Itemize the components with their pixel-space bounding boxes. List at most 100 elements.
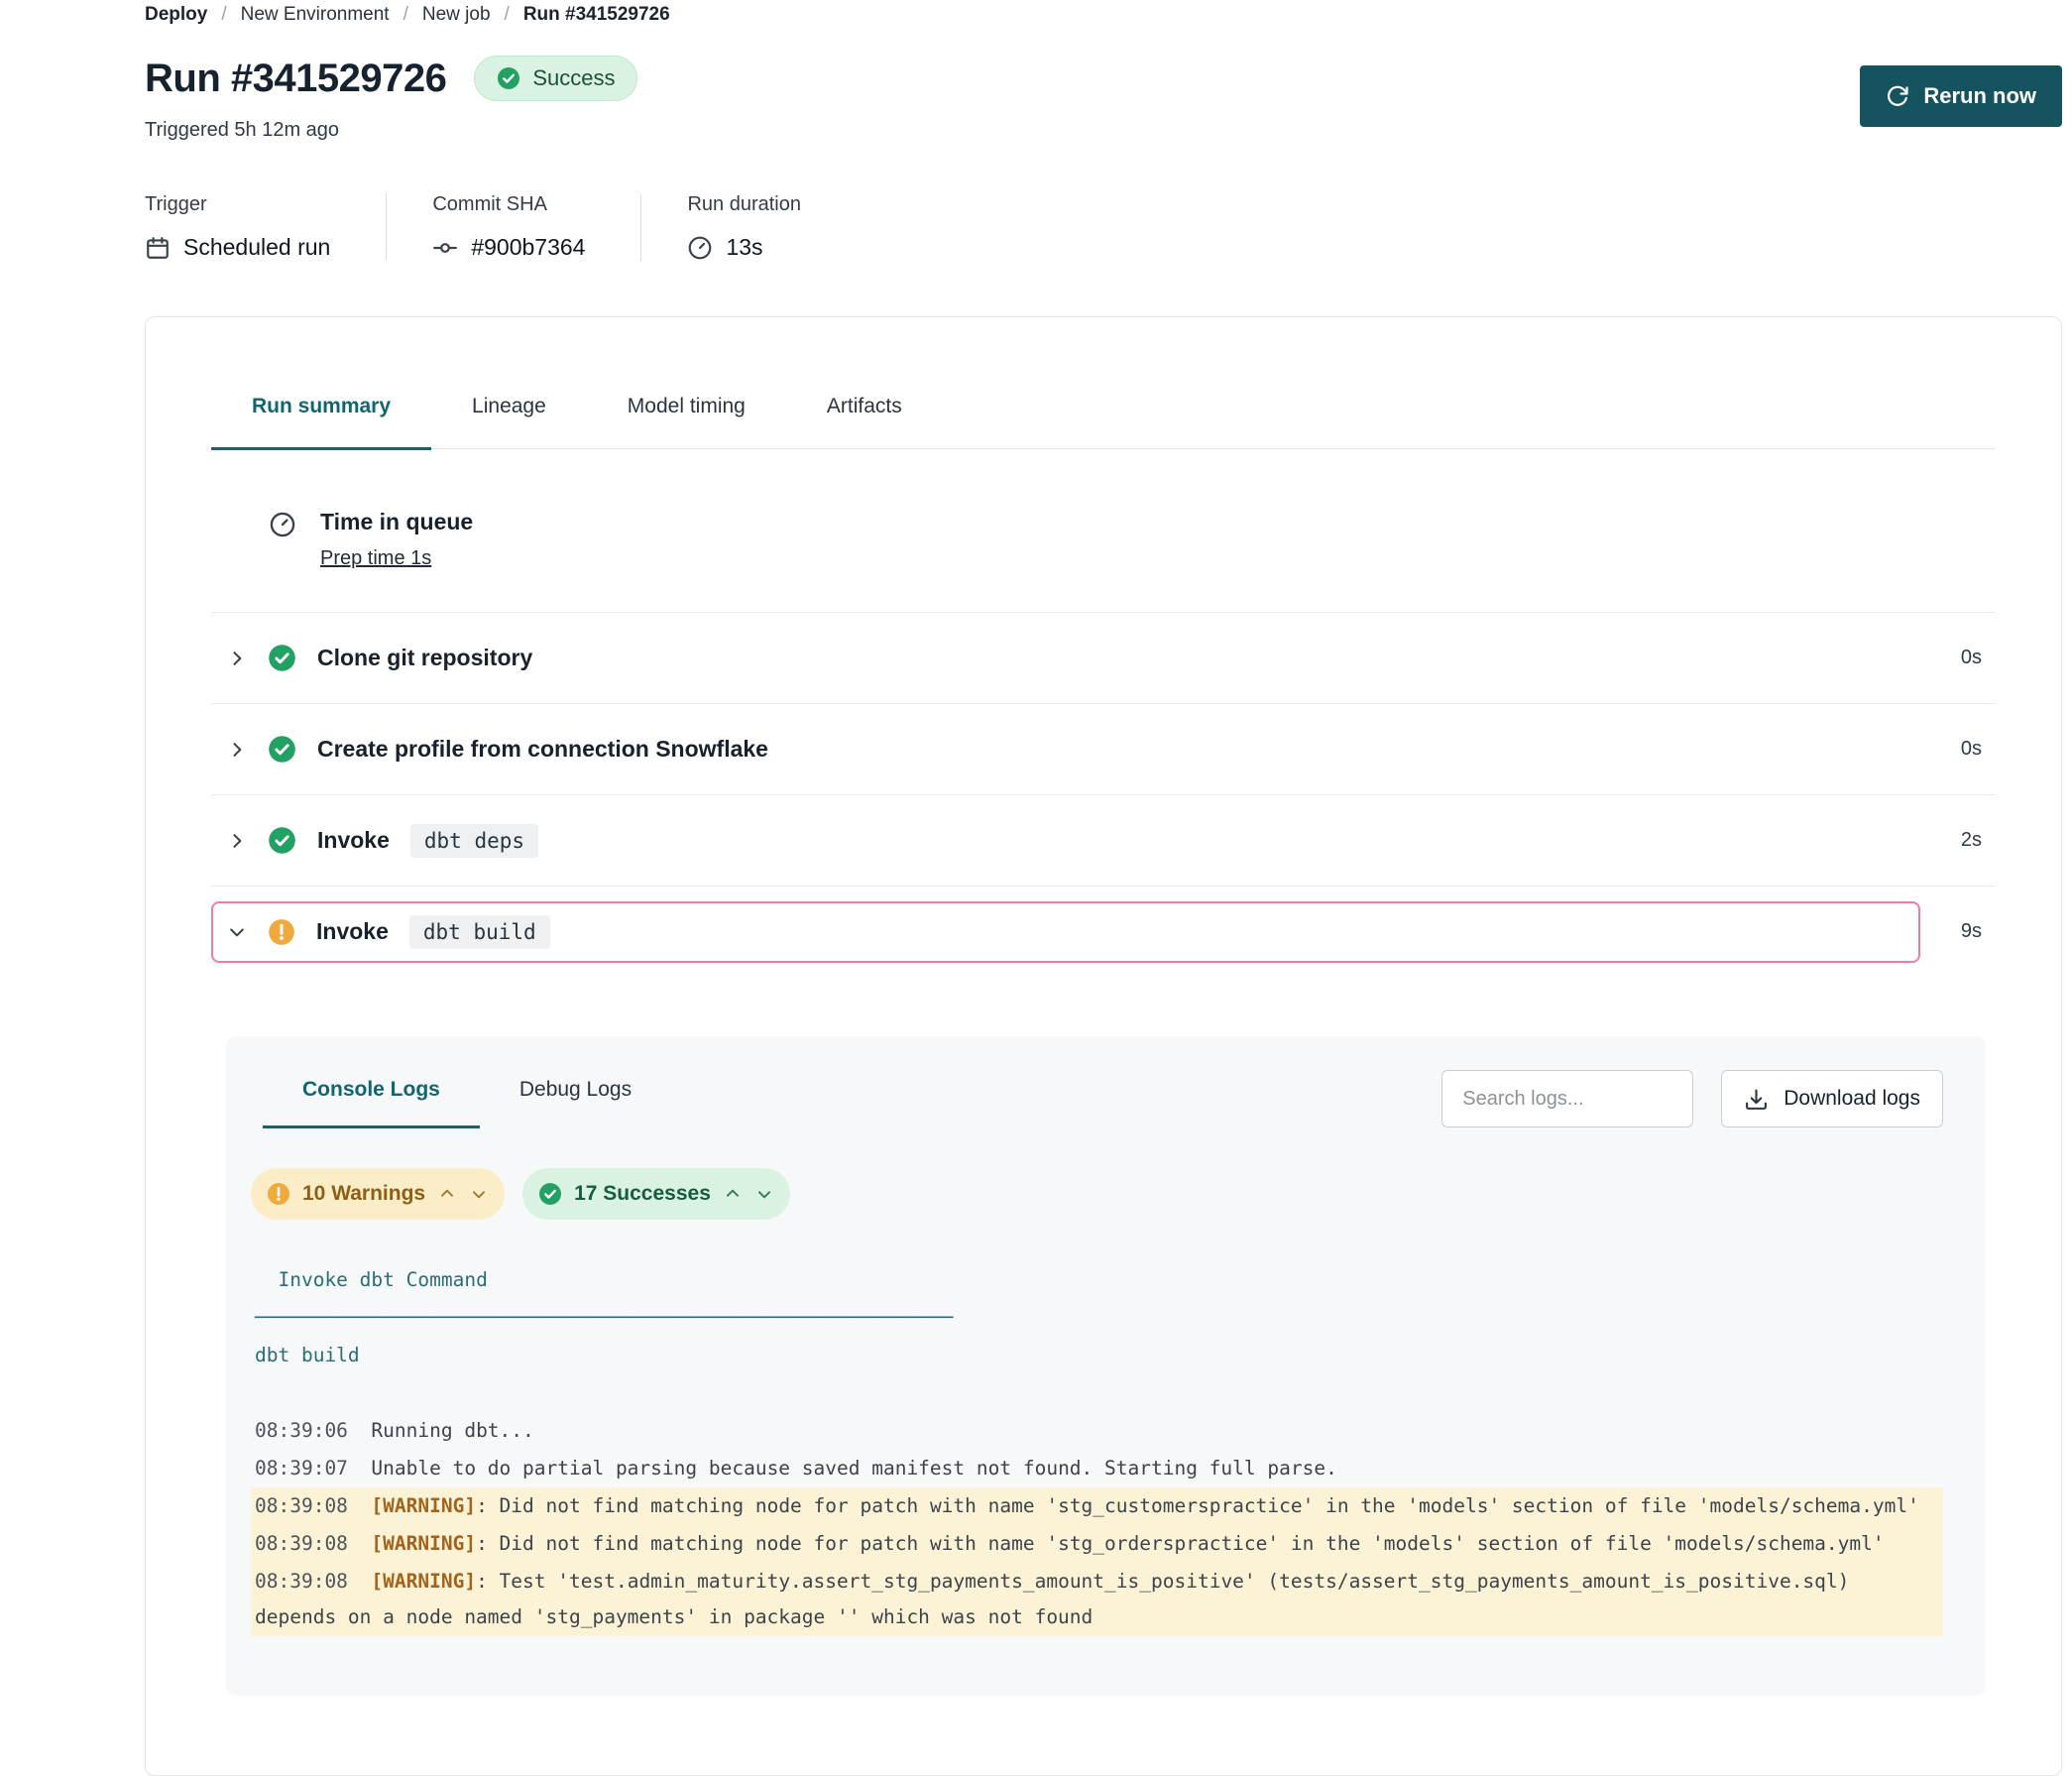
meta-duration: Run duration 13s	[687, 193, 857, 261]
meta-commit: Commit SHA #900b7364	[432, 193, 641, 261]
console-tab-console-logs[interactable]: Console Logs	[263, 1070, 480, 1128]
calendar-icon	[145, 235, 171, 261]
console-header: Console LogsDebug Logs Download logs	[251, 1070, 1943, 1128]
log-timestamp: 08:39:07	[255, 1457, 371, 1480]
prep-time-link[interactable]: Prep time 1s	[320, 547, 431, 570]
step-row-create-profile-from-connection-snowflake[interactable]: Create profile from connection Snowflake…	[211, 703, 1996, 794]
header-row: Run #341529726 Success Rerun now	[145, 56, 2062, 101]
warnings-up-icon[interactable]	[437, 1184, 457, 1204]
chevron-right-icon	[227, 649, 247, 668]
log-timestamp: 08:39:08	[255, 1570, 371, 1593]
log-timestamp: 08:39:06	[255, 1419, 371, 1442]
chevron-down-icon	[227, 922, 247, 942]
log-filter-badges: 10 Warnings 17 Successes	[251, 1168, 1943, 1220]
commit-icon	[432, 235, 458, 261]
time-in-queue-section: Time in queue Prep time 1s	[269, 449, 1996, 612]
breadcrumb: Deploy / New Environment / New job / Run #3415…	[145, 4, 2062, 26]
warnings-down-icon[interactable]	[469, 1184, 489, 1204]
steps-list: Clone git repository0sCreate profile fro…	[211, 612, 1996, 977]
meta-duration-value: 13s	[726, 234, 762, 261]
step-duration: 0s	[1961, 647, 1982, 669]
step-label: Invoke	[316, 918, 389, 945]
tab-model-timing[interactable]: Model timing	[587, 395, 786, 448]
search-logs-input[interactable]	[1441, 1070, 1693, 1127]
log-line: 08:39:08 [WARNING]: Did not find matchin…	[251, 1487, 1943, 1525]
run-tabs: Run summaryLineageModel timingArtifacts	[211, 317, 1996, 449]
meta-trigger-value: Scheduled run	[183, 234, 330, 261]
tab-run-summary[interactable]: Run summary	[211, 395, 431, 450]
success-icon	[538, 1182, 562, 1206]
meta-commit-label: Commit SHA	[432, 193, 585, 216]
chevron-right-icon	[227, 831, 247, 851]
tab-lineage[interactable]: Lineage	[431, 395, 587, 448]
console-controls: Download logs	[1441, 1070, 1943, 1127]
successes-badge[interactable]: 17 Successes	[522, 1168, 790, 1220]
log-timestamp: 08:39:08	[255, 1532, 371, 1555]
log-warning-prefix: [WARNING]	[371, 1570, 476, 1593]
status-badge-label: Success	[532, 65, 615, 91]
console-log-output: Invoke dbt Command──────────────────────…	[251, 1261, 1943, 1636]
rerun-now-button[interactable]: Rerun now	[1860, 65, 2062, 127]
chevron-right-icon	[227, 740, 247, 760]
warning-icon	[268, 918, 295, 946]
console-tab-debug-logs[interactable]: Debug Logs	[480, 1070, 671, 1128]
breadcrumb-link[interactable]: New Environment	[241, 4, 390, 26]
clock-icon	[269, 511, 296, 538]
run-detail-card: Run summaryLineageModel timingArtifacts …	[145, 316, 2062, 1776]
log-line: 08:39:08 [WARNING]: Did not find matchin…	[251, 1525, 1943, 1563]
step-label: Invoke	[317, 827, 390, 854]
status-badge: Success	[474, 56, 637, 101]
meta-commit-value: #900b7364	[471, 234, 585, 261]
success-icon	[268, 826, 296, 855]
meta-trigger: Trigger Scheduled run	[145, 193, 387, 261]
warnings-badge[interactable]: 10 Warnings	[251, 1168, 505, 1220]
log-line: dbt build	[251, 1337, 1943, 1374]
command-chip: dbt build	[409, 915, 550, 949]
page-title: Run #341529726	[145, 57, 446, 101]
successes-down-icon[interactable]	[754, 1184, 774, 1204]
breadcrumb-separator: /	[403, 4, 408, 26]
step-label: Create profile from connection Snowflake	[317, 736, 768, 763]
step-label: Clone git repository	[317, 645, 532, 671]
clock-icon	[687, 235, 713, 261]
queue-title: Time in queue	[320, 509, 473, 535]
successes-badge-label: 17 Successes	[574, 1182, 711, 1206]
log-line: ────────────────────────────────────────…	[251, 1299, 1943, 1337]
download-icon	[1744, 1087, 1769, 1112]
log-line: 08:39:06 Running dbt...	[251, 1412, 1943, 1450]
run-meta-row: Trigger Scheduled run Commit SHA #900b73…	[145, 193, 2062, 261]
log-line: 08:39:08 [WARNING]: Test 'test.admin_mat…	[251, 1563, 1943, 1636]
download-logs-button[interactable]: Download logs	[1721, 1070, 1943, 1127]
meta-trigger-label: Trigger	[145, 193, 330, 216]
log-line: Invoke dbt Command	[251, 1261, 1943, 1299]
step-row-invoke-dbt-build[interactable]: Invoke dbt build 9s	[211, 886, 1996, 977]
step-row-clone-git-repository[interactable]: Clone git repository 0s	[211, 612, 1996, 703]
step-row-invoke-dbt-deps[interactable]: Invoke dbt deps 2s	[211, 794, 1996, 886]
step-duration: 2s	[1961, 829, 1982, 852]
log-timestamp: 08:39:08	[255, 1494, 371, 1517]
breadcrumb-link[interactable]: Deploy	[145, 4, 207, 26]
success-icon	[268, 735, 296, 764]
warnings-badge-label: 10 Warnings	[302, 1182, 425, 1206]
triggered-timestamp: Triggered 5h 12m ago	[145, 119, 2062, 142]
successes-up-icon[interactable]	[723, 1184, 743, 1204]
tab-artifacts[interactable]: Artifacts	[786, 395, 943, 448]
breadcrumb-link[interactable]: New job	[422, 4, 491, 26]
rerun-icon	[1886, 84, 1909, 108]
success-icon	[497, 66, 520, 90]
step-duration: 0s	[1961, 738, 1982, 761]
step-duration: 9s	[1961, 920, 1982, 943]
warning-icon	[267, 1182, 290, 1206]
breadcrumb-current: Run #341529726	[523, 4, 670, 26]
log-warning-prefix: [WARNING]	[371, 1532, 476, 1555]
log-line: 08:39:07 Unable to do partial parsing be…	[251, 1450, 1943, 1487]
command-chip: dbt deps	[410, 824, 538, 858]
breadcrumb-separator: /	[221, 4, 226, 26]
success-icon	[268, 644, 296, 672]
console-panel: Console LogsDebug Logs Download logs	[226, 1036, 1986, 1696]
selected-step-box[interactable]: Invoke dbt build	[211, 901, 1920, 963]
meta-duration-label: Run duration	[687, 193, 801, 216]
log-warning-prefix: [WARNING]	[371, 1494, 476, 1517]
breadcrumb-separator: /	[505, 4, 510, 26]
rerun-now-label: Rerun now	[1923, 83, 2036, 109]
